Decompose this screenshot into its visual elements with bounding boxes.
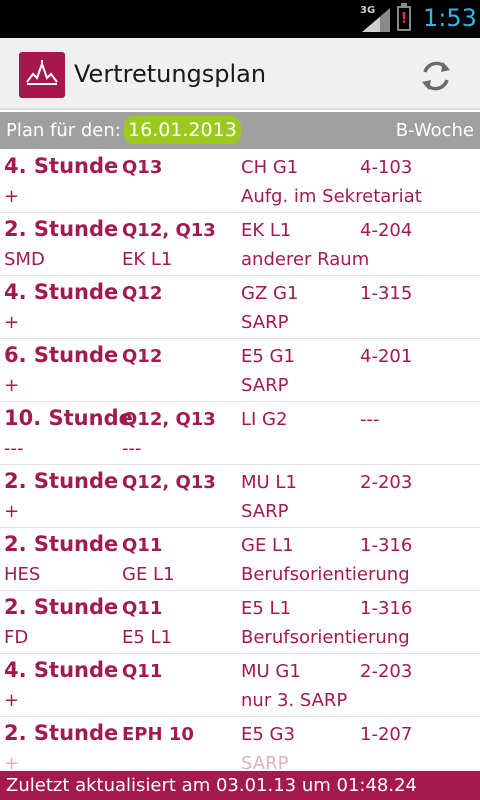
class-list: Q11 — [122, 535, 163, 556]
room: 4-201 — [360, 346, 413, 367]
class-list: EPH 10 — [122, 724, 194, 745]
room: 1-207 — [360, 724, 413, 745]
substitute-subject: --- — [122, 438, 142, 459]
lesson-hour: 2. Stunde — [4, 595, 119, 619]
class-list: Q13 — [122, 157, 163, 178]
room: --- — [360, 409, 380, 430]
subject: EK L1 — [241, 220, 292, 241]
note: SARP — [241, 753, 289, 770]
note: Berufsorientierung — [241, 627, 410, 648]
subject: CH G1 — [241, 157, 299, 178]
plan-info-bar: Plan für den: 16.01.2013 B-Woche — [0, 112, 480, 149]
room: 2-203 — [360, 472, 413, 493]
substitute-subject: EK L1 — [122, 249, 173, 270]
status-time: 1:53 — [423, 4, 477, 32]
list-item[interactable]: 2. Stunde Q12, Q13 MU L1 2-203 + SARP — [0, 465, 480, 528]
subject: E5 L1 — [241, 598, 292, 619]
lesson-hour: 2. Stunde — [4, 721, 119, 745]
subject: E5 G1 — [241, 346, 295, 367]
note: anderer Raum — [241, 249, 370, 270]
substitution-list[interactable]: 4. Stunde Q13 CH G1 4-103 + Aufg. im Sek… — [0, 150, 480, 770]
note: SARP — [241, 375, 289, 396]
substitute-teacher: + — [4, 501, 20, 522]
lesson-hour: 6. Stunde — [4, 343, 119, 367]
room: 4-204 — [360, 220, 413, 241]
battery-alert-icon: ! — [400, 9, 408, 27]
refresh-icon[interactable] — [416, 56, 456, 96]
subject: GE L1 — [241, 535, 294, 556]
last-updated-footer: Zuletzt aktualisiert am 03.01.13 um 01:4… — [0, 771, 480, 800]
subject: MU L1 — [241, 472, 297, 493]
battery-icon: ! — [397, 3, 411, 31]
plan-date-label: Plan für den: — [6, 120, 121, 141]
list-item[interactable]: 2. Stunde Q12, Q13 EK L1 4-204 SMD EK L1… — [0, 213, 480, 276]
subject: MU G1 — [241, 661, 301, 682]
class-list: Q12 — [122, 283, 163, 304]
signal-icon — [362, 8, 390, 32]
list-item[interactable]: 4. Stunde Q12 GZ G1 1-315 + SARP — [0, 276, 480, 339]
note: SARP — [241, 312, 289, 333]
room: 4-103 — [360, 157, 413, 178]
class-list: Q11 — [122, 598, 163, 619]
subject: LI G2 — [241, 409, 288, 430]
list-item[interactable]: 6. Stunde Q12 E5 G1 4-201 + SARP — [0, 339, 480, 402]
week-label: B-Woche — [395, 120, 474, 141]
subject: E5 G3 — [241, 724, 295, 745]
lesson-hour: 10. Stunde — [4, 406, 133, 430]
list-item[interactable]: 10. Stunde Q12, Q13 LI G2 --- --- --- — [0, 402, 480, 465]
room: 1-316 — [360, 535, 413, 556]
list-item[interactable]: 4. Stunde Q13 CH G1 4-103 + Aufg. im Sek… — [0, 150, 480, 213]
list-item[interactable]: 2. Stunde Q11 E5 L1 1-316 FD E5 L1 Beruf… — [0, 591, 480, 654]
app-logo-icon[interactable] — [19, 52, 65, 98]
room: 1-316 — [360, 598, 413, 619]
substitute-teacher: + — [4, 690, 20, 711]
list-item[interactable]: 2. Stunde Q11 GE L1 1-316 HES GE L1 Beru… — [0, 528, 480, 591]
substitute-teacher: + — [4, 375, 20, 396]
substitute-teacher: + — [4, 312, 20, 333]
class-list: Q12, Q13 — [122, 472, 216, 493]
substitute-subject: E5 L1 — [122, 627, 173, 648]
class-list: Q12, Q13 — [122, 409, 216, 430]
class-list: Q11 — [122, 661, 163, 682]
lesson-hour: 4. Stunde — [4, 154, 119, 178]
substitute-subject: GE L1 — [122, 564, 175, 585]
lesson-hour: 2. Stunde — [4, 469, 119, 493]
room: 2-203 — [360, 661, 413, 682]
status-bar: 3G ! 1:53 — [0, 0, 480, 38]
note: Berufsorientierung — [241, 564, 410, 585]
substitute-teacher: + — [4, 186, 20, 207]
action-bar: Vertretungsplan — [0, 38, 480, 110]
lesson-hour: 4. Stunde — [4, 658, 119, 682]
list-item[interactable]: 2. Stunde EPH 10 E5 G3 1-207 + SARP — [0, 717, 480, 770]
class-list: Q12, Q13 — [122, 220, 216, 241]
app-title: Vertretungsplan — [74, 60, 267, 88]
note: SARP — [241, 501, 289, 522]
substitute-teacher: FD — [4, 627, 29, 648]
lesson-hour: 2. Stunde — [4, 217, 119, 241]
substitute-teacher: SMD — [4, 249, 45, 270]
substitute-teacher: HES — [4, 564, 41, 585]
note: Aufg. im Sekretariat — [241, 186, 422, 207]
substitute-teacher: --- — [4, 438, 24, 459]
note: nur 3. SARP — [241, 690, 348, 711]
subject: GZ G1 — [241, 283, 299, 304]
class-list: Q12 — [122, 346, 163, 367]
room: 1-315 — [360, 283, 413, 304]
lesson-hour: 2. Stunde — [4, 532, 119, 556]
last-updated-text: Zuletzt aktualisiert am 03.01.13 um 01:4… — [6, 775, 418, 796]
lesson-hour: 4. Stunde — [4, 280, 119, 304]
plan-date-badge[interactable]: 16.01.2013 — [124, 116, 241, 144]
substitute-teacher: + — [4, 753, 20, 770]
list-item[interactable]: 4. Stunde Q11 MU G1 2-203 + nur 3. SARP — [0, 654, 480, 717]
